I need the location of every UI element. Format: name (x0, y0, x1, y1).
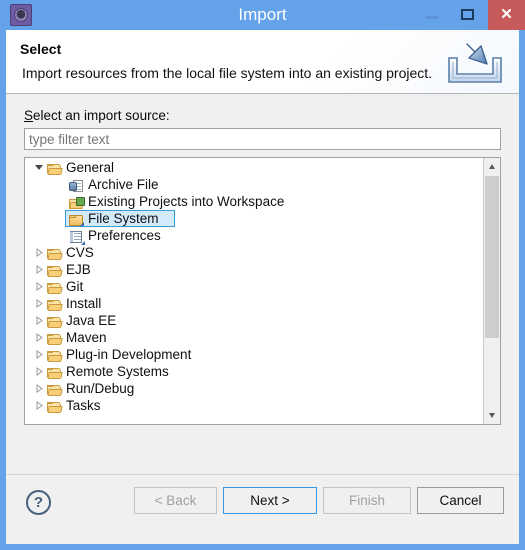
tree-item-label: EJB (66, 262, 91, 277)
open-folder-icon (47, 283, 63, 294)
open-folder-icon (47, 368, 63, 379)
open-folder-icon (47, 300, 63, 311)
maximize-button[interactable] (452, 0, 484, 30)
tree-item-label: Run/Debug (66, 381, 135, 396)
close-button[interactable]: ✕ (488, 0, 525, 30)
import-source-label: Select an import source: (24, 108, 170, 123)
open-folder-icon (47, 351, 63, 362)
wizard-header: Select Import resources from the local f… (6, 30, 519, 94)
projects-folder-icon (69, 197, 85, 209)
open-folder-icon (47, 266, 63, 277)
tree-vertical-scrollbar[interactable] (483, 158, 500, 424)
tree-item[interactable]: Install (25, 295, 483, 312)
open-folder-icon (47, 249, 63, 260)
page-title: Select (20, 41, 62, 57)
tree-item-label: Existing Projects into Workspace (88, 194, 285, 209)
tree-item[interactable]: Java EE (25, 312, 483, 329)
tree-item[interactable]: General (25, 159, 483, 176)
finish-button-label: Finish (348, 493, 385, 508)
file-system-folder-icon (69, 215, 84, 226)
collapse-toggle-icon[interactable] (33, 261, 45, 278)
collapse-toggle-icon[interactable] (33, 397, 45, 414)
import-source-label-mnemonic: S (24, 108, 34, 123)
tree-item[interactable]: Run/Debug (25, 380, 483, 397)
tree-item-label: General (66, 160, 115, 175)
chevron-up-icon[interactable] (484, 158, 500, 175)
scrollbar-thumb[interactable] (485, 176, 499, 338)
tree-item-label: Preferences (88, 228, 161, 243)
tree-item-label: Archive File (88, 177, 159, 192)
help-icon[interactable]: ? (26, 490, 51, 515)
archive-file-icon (69, 180, 84, 193)
import-source-tree[interactable]: General Archive File Existing Projects int… (24, 157, 501, 425)
title-bar: Import ✕ (0, 0, 525, 30)
collapse-toggle-icon[interactable] (33, 312, 45, 329)
tree-item[interactable]: Git (25, 278, 483, 295)
tree-item[interactable]: Tasks (25, 397, 483, 414)
import-source-label-rest: elect an import source: (33, 108, 170, 123)
tree-item-label: File System (88, 211, 159, 226)
cancel-button-label: Cancel (439, 493, 482, 508)
tree-item[interactable]: Existing Projects into Workspace (25, 193, 483, 210)
open-folder-icon (47, 164, 63, 175)
tree-item-label: CVS (66, 245, 94, 260)
page-description: Import resources from the local file sys… (22, 65, 433, 81)
preferences-doc-icon (69, 231, 85, 245)
chevron-down-icon[interactable] (484, 407, 500, 424)
dialog-client-area: Select Import resources from the local f… (6, 30, 519, 544)
collapse-toggle-icon[interactable] (33, 346, 45, 363)
tree-rows-container: General Archive File Existing Projects int… (25, 159, 483, 424)
tree-item[interactable]: File System (25, 210, 483, 227)
tree-item[interactable]: EJB (25, 261, 483, 278)
collapse-toggle-icon[interactable] (33, 363, 45, 380)
tree-item-label: Java EE (66, 313, 117, 328)
back-button[interactable]: < Back (134, 487, 217, 514)
import-arrow-into-tray-icon (448, 43, 502, 83)
import-dialog-window: Import ✕ Select Import resources from th… (0, 0, 525, 550)
collapse-toggle-icon[interactable] (33, 380, 45, 397)
collapse-toggle-icon[interactable] (33, 278, 45, 295)
close-icon: ✕ (500, 6, 513, 23)
collapse-toggle-icon[interactable] (33, 295, 45, 312)
tree-item-label: Plug-in Development (66, 347, 192, 362)
tree-item[interactable]: Archive File (25, 176, 483, 193)
open-folder-icon (47, 402, 63, 413)
dialog-footer: ? < Back Next > Finish Cancel (6, 474, 519, 544)
open-folder-icon (47, 334, 63, 345)
tree-item-label: Git (66, 279, 84, 294)
cancel-button[interactable]: Cancel (417, 487, 504, 514)
open-folder-icon (47, 385, 63, 396)
collapse-toggle-icon[interactable] (33, 244, 45, 261)
filter-input[interactable] (24, 128, 501, 150)
tree-item[interactable]: Maven (25, 329, 483, 346)
minimize-button[interactable] (416, 0, 448, 30)
tree-item-label: Tasks (66, 398, 101, 413)
tree-item[interactable]: Plug-in Development (25, 346, 483, 363)
finish-button[interactable]: Finish (323, 487, 411, 514)
tree-item[interactable]: Preferences (25, 227, 483, 245)
tree-item-label: Remote Systems (66, 364, 169, 379)
expand-toggle-icon[interactable] (33, 159, 45, 176)
open-folder-icon (47, 317, 63, 328)
tree-item-label: Maven (66, 330, 107, 345)
tree-item[interactable]: CVS (25, 244, 483, 261)
back-button-label: < Back (154, 493, 197, 508)
tree-item-label: Install (66, 296, 102, 311)
collapse-toggle-icon[interactable] (33, 329, 45, 346)
next-button-label: Next > (250, 493, 290, 508)
next-button[interactable]: Next > (223, 487, 317, 514)
tree-item[interactable]: Remote Systems (25, 363, 483, 380)
